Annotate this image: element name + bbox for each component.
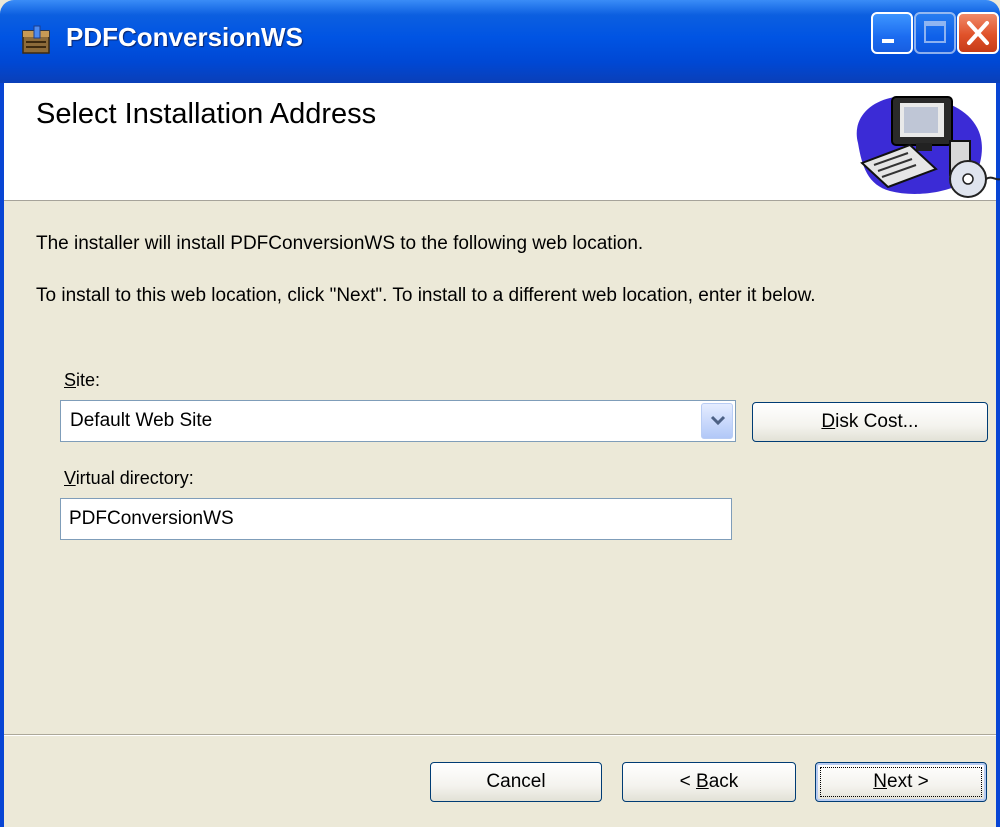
header-banner: Select Installation Address — [4, 83, 1000, 201]
back-button-label: ack — [708, 771, 739, 792]
disk-cost-label: isk Cost... — [835, 411, 919, 432]
site-label: Site: — [64, 370, 100, 391]
footer-divider — [4, 734, 996, 736]
virtual-directory-input[interactable]: PDFConversionWS — [60, 498, 732, 540]
window-title: PDFConversionWS — [66, 22, 303, 52]
next-button-access-key: N — [873, 771, 887, 792]
disk-cost-access-key: D — [821, 411, 836, 432]
site-label-access-key: S — [64, 370, 77, 390]
maximize-icon — [924, 21, 946, 43]
site-dropdown-value: Default Web Site — [70, 410, 213, 431]
page-title: Select Installation Address — [36, 98, 377, 130]
site-label-rest: ite: — [76, 370, 101, 390]
next-button-label: ext > — [887, 771, 929, 792]
installer-app-icon — [22, 25, 50, 54]
back-button[interactable]: < Back — [622, 762, 796, 802]
instruction-text: To install to this web location, click "… — [36, 285, 816, 306]
intro-text: The installer will install PDFConversion… — [36, 233, 644, 254]
disk-cost-button[interactable]: Disk Cost... — [752, 402, 988, 442]
minimize-button[interactable] — [871, 12, 913, 54]
minimize-icon — [882, 39, 894, 43]
virtual-directory-access-key: V — [64, 468, 76, 488]
virtual-directory-label-rest: irtual directory: — [75, 468, 194, 488]
virtual-directory-label: Virtual directory: — [64, 468, 194, 489]
close-icon — [967, 21, 989, 45]
chevron-down-icon — [710, 415, 726, 426]
virtual-directory-value: PDFConversionWS — [69, 508, 234, 529]
title-bar[interactable]: PDFConversionWS — [0, 0, 1000, 83]
close-button[interactable] — [957, 12, 999, 54]
maximize-button[interactable] — [914, 12, 956, 54]
next-button[interactable]: Next > — [815, 762, 987, 802]
computer-cd-icon — [856, 96, 1000, 198]
site-dropdown-button[interactable] — [701, 403, 733, 439]
site-dropdown[interactable]: Default Web Site — [60, 400, 736, 442]
back-button-access-key: B — [696, 771, 709, 792]
back-button-prefix: < — [679, 771, 697, 792]
cancel-button[interactable]: Cancel — [430, 762, 602, 802]
